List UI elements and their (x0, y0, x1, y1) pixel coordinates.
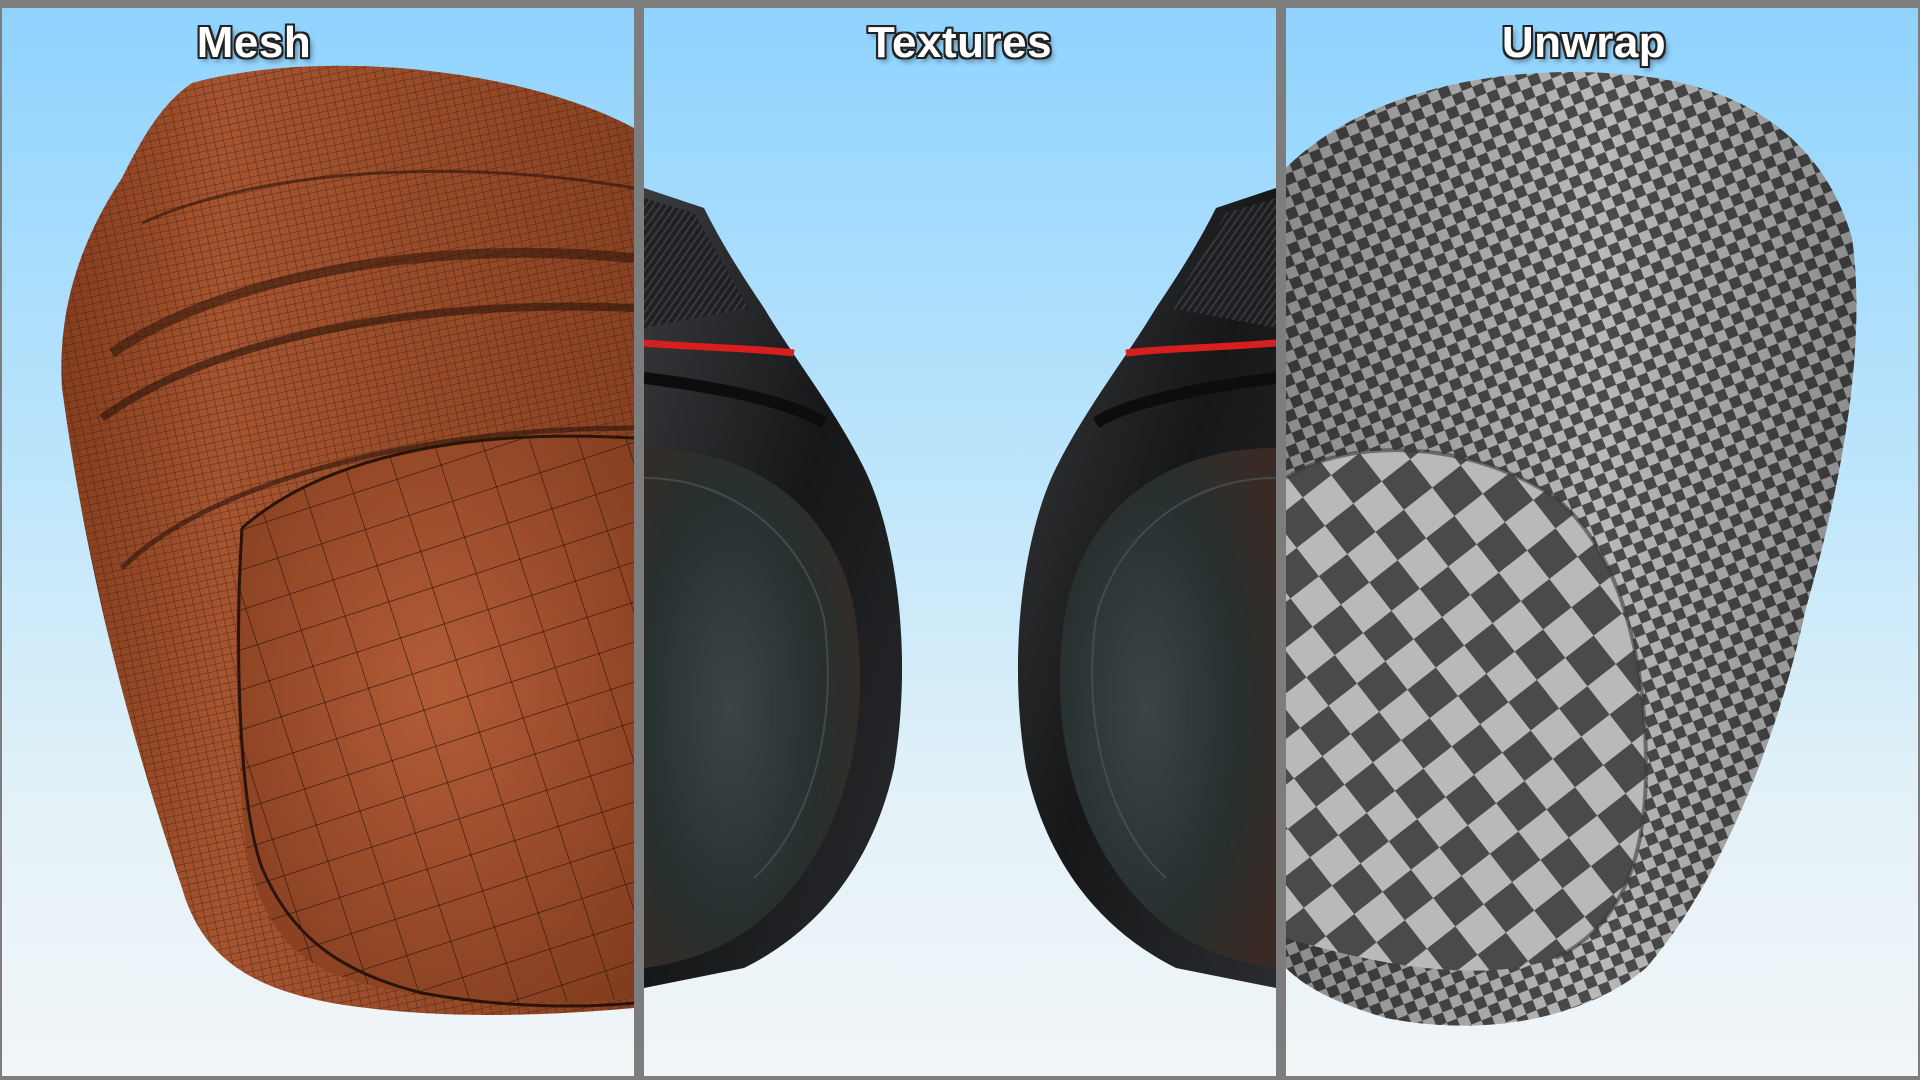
panel-title-mesh: Mesh (196, 18, 312, 67)
textured-lens-render (644, 188, 1276, 988)
panel-title-textures: Textures (867, 18, 1053, 67)
panel-unwrap: Unwrap (1286, 8, 1918, 1076)
panel-divider-2 (1276, 8, 1286, 1076)
panel-mesh: Mesh (2, 8, 634, 1076)
mesh-wireframe-render (61, 65, 634, 1015)
panel-title-unwrap: Unwrap (1501, 18, 1667, 67)
uv-checker-render (1286, 72, 1857, 1026)
panel-textures: Textures (644, 8, 1276, 1076)
panel-divider-1 (634, 8, 644, 1076)
